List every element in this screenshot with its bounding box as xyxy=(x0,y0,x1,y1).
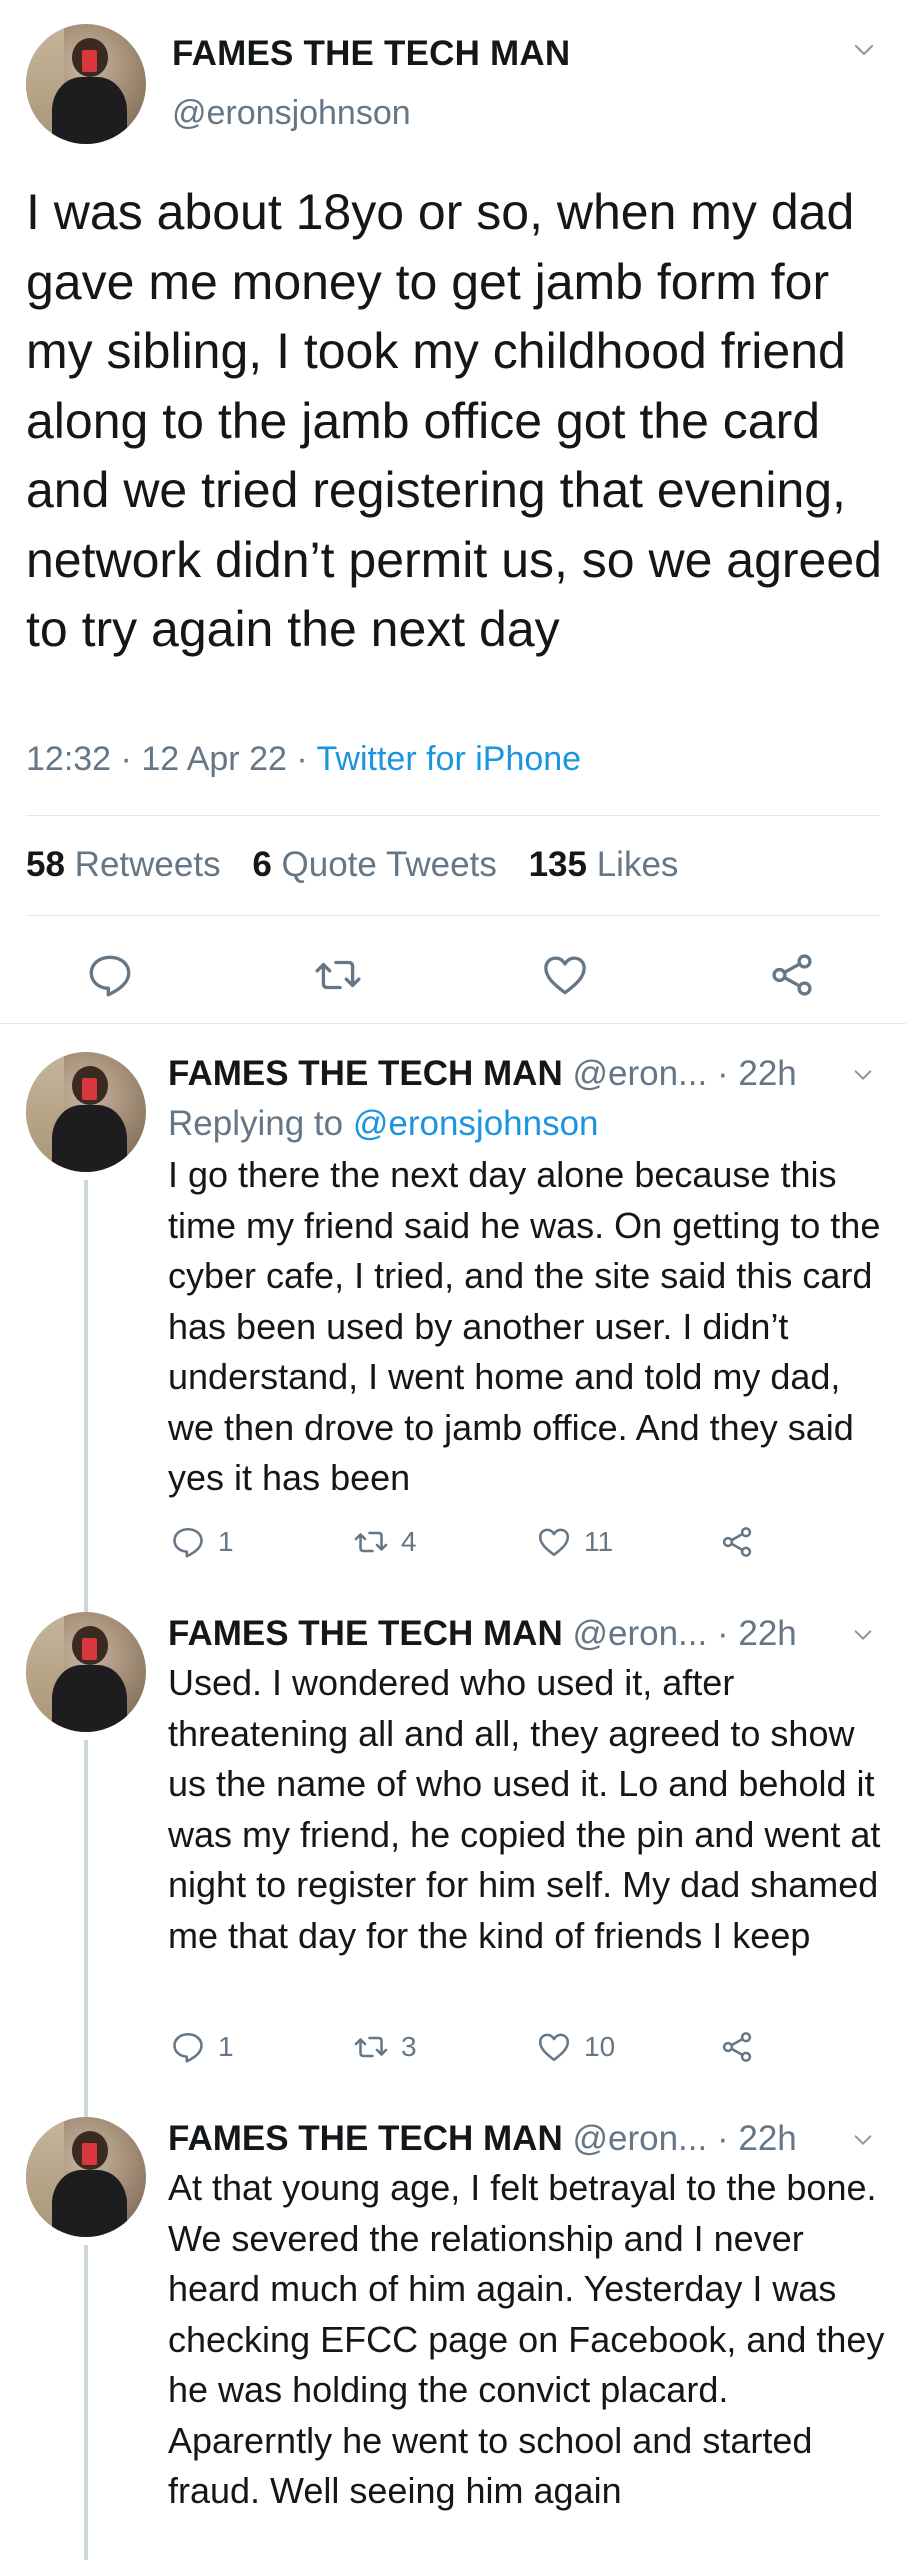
like-icon xyxy=(538,1528,570,1557)
divider xyxy=(26,915,880,916)
tweet-metadata: 12:32 · 12 Apr 22 · Twitter for iPhone xyxy=(26,740,581,779)
like-count: 11 xyxy=(584,1526,614,1557)
share-icon[interactable] xyxy=(767,950,817,1000)
author-handle[interactable]: @eron... xyxy=(572,1614,707,1653)
chevron-down-icon[interactable] xyxy=(852,38,876,62)
author-avatar[interactable] xyxy=(26,24,146,144)
author-name[interactable]: FAMES THE TECH MAN xyxy=(172,34,570,74)
retweet-button[interactable]: 4 xyxy=(353,1520,417,1564)
retweet-icon xyxy=(354,2036,388,2058)
thread-line xyxy=(84,1180,88,1590)
reply-icon[interactable] xyxy=(85,950,135,1000)
reply-count: 1 xyxy=(218,1526,234,1557)
chevron-down-icon[interactable] xyxy=(852,1064,874,1086)
like-button[interactable]: 11 xyxy=(536,1520,613,1564)
author-name[interactable]: FAMES THE TECH MAN xyxy=(168,1614,563,1653)
reply-header: FAMES THE TECH MAN @eron... · 22h xyxy=(168,1614,888,1654)
tweet-age: · 22h xyxy=(716,2119,797,2158)
thread-line xyxy=(84,2095,88,2117)
reply-header: FAMES THE TECH MAN @eron... · 22h xyxy=(168,1054,888,1094)
chevron-down-icon[interactable] xyxy=(852,1624,874,1646)
reply-header: FAMES THE TECH MAN @eron... · 22h xyxy=(168,2119,888,2159)
reply-tweet[interactable]: FAMES THE TECH MAN @eron... · 22h At tha… xyxy=(0,2095,906,2560)
share-button[interactable] xyxy=(719,1520,755,1564)
retweet-icon[interactable] xyxy=(313,950,363,1000)
author-avatar[interactable] xyxy=(26,1052,146,1172)
share-icon xyxy=(722,2032,752,2062)
retweet-count: 4 xyxy=(401,1526,417,1557)
divider xyxy=(0,1023,906,1024)
thread-line xyxy=(84,2245,88,2560)
retweets-stat[interactable]: 58 Retweets xyxy=(26,845,221,884)
reply-icon xyxy=(173,1527,203,1558)
meta-separator: · xyxy=(296,740,308,778)
divider xyxy=(26,815,880,816)
reply-action-bar: 1 4 11 xyxy=(168,1520,888,1564)
share-button[interactable] xyxy=(719,2025,755,2069)
quote-tweets-stat[interactable]: 6 Quote Tweets xyxy=(252,845,497,884)
author-name[interactable]: FAMES THE TECH MAN xyxy=(168,2119,563,2158)
replying-to: Replying to @eronsjohnson xyxy=(168,1104,599,1143)
reply-text: I go there the next day alone because th… xyxy=(168,1154,881,1498)
tweet-age: · 22h xyxy=(716,1054,797,1093)
replying-to-handle[interactable]: @eronsjohnson xyxy=(353,1104,599,1143)
author-avatar[interactable] xyxy=(26,2117,146,2237)
tweet-date: 12 Apr 22 xyxy=(141,740,287,778)
reply-button[interactable]: 1 xyxy=(170,1520,234,1564)
tweet-text: I was about 18yo or so, when my dad gave… xyxy=(26,184,882,657)
like-icon[interactable] xyxy=(540,950,590,1000)
likes-stat[interactable]: 135 Likes xyxy=(529,845,679,884)
reply-tweet[interactable]: FAMES THE TECH MAN @eron... · 22h Replyi… xyxy=(0,1030,906,1590)
reply-text: At that young age, I felt betrayal to th… xyxy=(168,2167,885,2511)
share-icon xyxy=(722,1527,752,1557)
retweet-count: 3 xyxy=(401,2031,417,2062)
retweet-icon xyxy=(354,1531,388,1553)
author-avatar[interactable] xyxy=(26,1612,146,1732)
reply-count: 1 xyxy=(218,2031,234,2062)
thread-line xyxy=(84,1740,88,2095)
meta-separator: · xyxy=(120,740,132,778)
thread-line xyxy=(84,1590,88,1612)
reply-text: Used. I wondered who used it, after thre… xyxy=(168,1662,881,1956)
like-count: 10 xyxy=(584,2031,616,2062)
author-handle[interactable]: @eronsjohnson xyxy=(172,94,411,133)
reply-button[interactable]: 1 xyxy=(170,2025,234,2069)
like-button[interactable]: 10 xyxy=(536,2025,615,2069)
tweet-action-bar xyxy=(0,945,906,1005)
engagement-stats: 58 Retweets 6 Quote Tweets 135 Likes xyxy=(26,845,678,885)
like-icon xyxy=(538,2033,570,2062)
retweet-button[interactable]: 3 xyxy=(353,2025,417,2069)
reply-tweet[interactable]: FAMES THE TECH MAN @eron... · 22h Used. … xyxy=(0,1590,906,2095)
reply-action-bar: 1 3 10 xyxy=(168,2025,888,2069)
reply-icon xyxy=(173,2032,203,2063)
chevron-down-icon[interactable] xyxy=(852,2129,874,2151)
author-handle[interactable]: @eron... xyxy=(572,2119,707,2158)
tweet-source-link[interactable]: Twitter for iPhone xyxy=(317,740,582,778)
author-name[interactable]: FAMES THE TECH MAN xyxy=(168,1054,563,1093)
tweet-time: 12:32 xyxy=(26,740,112,778)
author-handle[interactable]: @eron... xyxy=(572,1054,707,1093)
tweet-thread-page: FAMES THE TECH MAN @eronsjohnson I was a… xyxy=(0,0,906,2560)
tweet-age: · 22h xyxy=(716,1614,797,1653)
